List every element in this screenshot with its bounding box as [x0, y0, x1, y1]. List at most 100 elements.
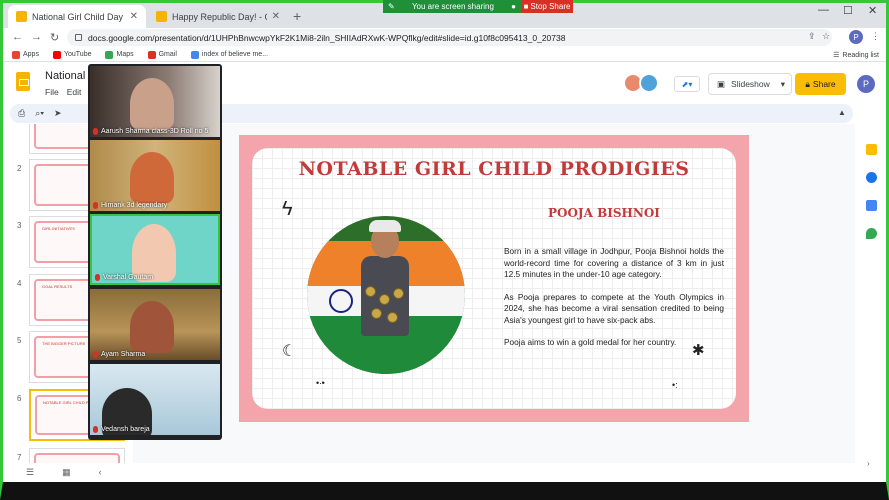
bookmark-apps[interactable]: Apps — [12, 50, 39, 59]
participant-tile[interactable]: Ayam Sharma — [90, 289, 220, 360]
reading-list-label: Reading list — [842, 51, 879, 59]
forward-icon[interactable]: → — [31, 31, 42, 43]
grid-view-icon[interactable]: ▦ — [62, 467, 71, 478]
collaborator-avatar[interactable] — [639, 73, 659, 93]
print-icon[interactable]: ⎙ — [18, 108, 25, 119]
slide-thumbnail[interactable]: 7 — [0, 448, 133, 463]
address-bar[interactable]: docs.google.com/presentation/d/1UHPhBnwc… — [67, 29, 832, 46]
mic-muted-icon — [93, 351, 98, 358]
bookmark-maps[interactable]: Maps — [105, 50, 134, 59]
slide-canvas[interactable]: NOTABLE GIRL CHILD PRODIGIES POOJA BISHN… — [133, 124, 855, 463]
chevron-down-icon[interactable]: ▾ — [781, 79, 791, 90]
collapse-panel-icon[interactable]: ‹ — [99, 467, 102, 477]
participant-name-text: Varshal Gautam — [103, 274, 154, 281]
menu-file[interactable]: File — [45, 87, 59, 97]
url-text: docs.google.com/presentation/d/1UHPhBnwc… — [88, 32, 566, 43]
side-panel-rail: › — [855, 124, 889, 468]
slideshow-button[interactable]: ▣ Slideshow ▾ — [708, 73, 792, 95]
participant-tile[interactable]: Aarush Sharma class-3D Roll no 5 — [90, 66, 220, 137]
maximize-icon[interactable]: ☐ — [843, 4, 853, 17]
slide-number: 4 — [17, 279, 22, 288]
slide-title[interactable]: NOTABLE GIRL CHILD PRODIGIES — [252, 158, 736, 180]
slides-favicon-icon — [16, 11, 27, 22]
moon-doodle-icon: ☾ — [282, 343, 297, 360]
contacts-icon[interactable] — [866, 200, 877, 211]
medal-icon — [387, 312, 398, 323]
mic-muted-icon — [95, 274, 100, 281]
tab-national-girl-child-day[interactable]: National Girl Child Day - Google ✕ — [8, 5, 146, 28]
browser-profile-avatar[interactable]: P — [849, 30, 863, 44]
slideshow-label: Slideshow — [731, 79, 770, 89]
close-window-icon[interactable]: ✕ — [868, 4, 877, 17]
menu-edit[interactable]: Edit — [67, 87, 82, 97]
tasks-icon[interactable] — [866, 172, 877, 183]
back-icon[interactable]: ← — [12, 31, 23, 43]
mic-muted-icon — [93, 426, 98, 433]
profile-photo[interactable] — [307, 216, 465, 374]
slide-thumb-title: GIRL INITIATIVES — [42, 226, 75, 231]
participant-name-text: Aarush Sharma class-3D Roll no 5 — [101, 128, 209, 135]
account-avatar[interactable]: P — [857, 75, 875, 93]
star-icon[interactable]: ☆ — [822, 31, 830, 42]
participant-name: Himank 3d legendary — [93, 202, 167, 209]
maps-pin-icon — [105, 50, 114, 59]
close-icon[interactable]: ✕ — [130, 11, 138, 22]
participant-name-text: Himank 3d legendary — [101, 202, 168, 209]
close-icon[interactable]: ✕ — [272, 11, 280, 22]
present-to-meeting-icon[interactable]: ⬈▾ — [674, 76, 700, 92]
reading-list-icon: ☰ — [833, 52, 840, 59]
current-slide[interactable]: NOTABLE GIRL CHILD PRODIGIES POOJA BISHN… — [239, 135, 749, 422]
participant-tile[interactable]: Himank 3d legendary — [90, 140, 220, 211]
participant-tile[interactable]: Vedansh bareja — [90, 364, 220, 435]
zoom-icon[interactable]: ⌕▾ — [35, 108, 44, 119]
stop-icon: ■ — [523, 2, 529, 11]
keep-icon[interactable] — [866, 144, 877, 155]
slides-favicon-icon — [156, 11, 167, 22]
select-cursor-icon[interactable]: ➤ — [54, 108, 62, 119]
slide-paragraph: Born in a small village in Jodhpur, Pooj… — [504, 246, 724, 279]
reload-icon[interactable]: ↻ — [50, 31, 59, 44]
shield-icon: ● — [511, 2, 516, 11]
slide-subtitle[interactable]: POOJA BISHNOI — [548, 206, 660, 220]
bookmark-index[interactable]: index of believe me... — [190, 50, 268, 59]
maps-pin-icon[interactable] — [866, 228, 877, 239]
participant-name: Aarush Sharma class-3D Roll no 5 — [93, 128, 208, 135]
collaborator-avatars — [623, 73, 659, 93]
stop-share-button[interactable]: ■ Stop Share — [521, 0, 573, 13]
medal-icon — [365, 286, 376, 297]
bookmark-label: Gmail — [158, 51, 177, 58]
slide-number: 3 — [17, 221, 22, 230]
slideshow-icon: ▣ — [717, 78, 726, 89]
more-menu-icon[interactable]: ⋮ — [871, 31, 880, 42]
slide-thumb-title: THE BIGGER PICTURE — [42, 341, 86, 346]
tab-happy-republic-day[interactable]: Happy Republic Day! - Google Sl ✕ — [148, 5, 288, 28]
minimize-icon[interactable]: — — [818, 4, 829, 16]
video-participants-panel[interactable]: Aarush Sharma class-3D Roll no 5 Himank … — [88, 64, 222, 440]
apps-grid-icon — [12, 50, 20, 59]
new-tab-button[interactable]: + — [293, 8, 301, 24]
slides-logo-icon[interactable] — [16, 72, 30, 91]
participant-name-text: Vedansh bareja — [101, 426, 150, 433]
list-view-icon[interactable]: ☰ — [26, 467, 34, 478]
reading-list-button[interactable]: ☰ Reading list — [833, 48, 879, 62]
bookmark-gmail[interactable]: Gmail — [147, 50, 177, 59]
participant-name-text: Ayam Sharma — [101, 351, 146, 358]
expand-panel-icon[interactable]: › — [867, 459, 870, 468]
slide-number: 6 — [17, 394, 22, 403]
share-status-text: You are screen sharing — [411, 2, 494, 11]
slide-paragraph: As Pooja prepares to compete at the Yout… — [504, 291, 724, 325]
medal-icon — [393, 288, 404, 299]
slide-body-text[interactable]: Born in a small village in Jodhpur, Pooj… — [504, 246, 724, 360]
stop-share-label: Stop Share — [530, 2, 571, 11]
collapse-toolbar-icon[interactable]: ▲ — [838, 108, 846, 117]
gmail-icon — [147, 50, 156, 59]
share-page-icon[interactable]: ⇪ — [808, 31, 816, 42]
dots-doodle-icon: •: — [672, 380, 678, 390]
participant-tile-active[interactable]: Varshal Gautam — [90, 214, 220, 285]
share-button[interactable]: 🔒︎ Share — [795, 73, 846, 95]
lock-icon: 🔒︎ — [805, 78, 810, 89]
bookmark-youtube[interactable]: YouTube — [52, 50, 91, 59]
pin-icon[interactable]: ✎ — [388, 2, 395, 11]
mic-muted-icon — [93, 128, 98, 135]
slide-paragraph: Pooja aims to win a gold medal for her c… — [504, 337, 677, 347]
